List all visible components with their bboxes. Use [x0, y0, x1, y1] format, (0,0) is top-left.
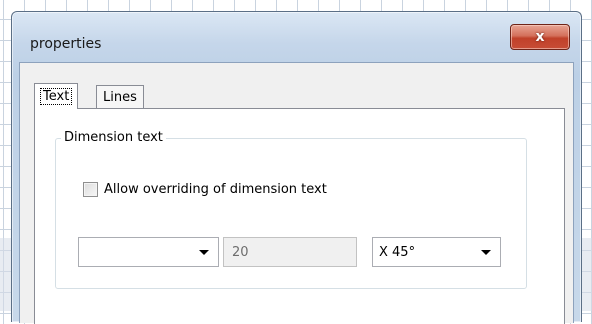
text-style-dropdown[interactable] [78, 237, 219, 267]
tab-lines-label: Lines [103, 89, 137, 105]
allow-override-label: Allow overriding of dimension text [104, 182, 327, 197]
properties-dialog: properties x Text Lines Dimension text A… [11, 11, 582, 324]
tab-panel-text: Dimension text Allow overriding of dimen… [34, 108, 565, 324]
close-button[interactable]: x [510, 24, 570, 50]
allow-override-checkbox[interactable] [83, 182, 98, 197]
chevron-down-icon [481, 249, 491, 255]
group-title: Dimension text [61, 130, 166, 145]
tab-text[interactable]: Text [34, 83, 79, 109]
text-angle-dropdown[interactable]: X 45° [372, 237, 501, 267]
close-icon: x [535, 29, 545, 45]
dialog-title: properties [30, 36, 102, 52]
dialog-client-area: Text Lines Dimension text Allow overridi… [19, 62, 574, 324]
tab-text-label: Text [39, 88, 73, 105]
text-size-field: 20 [223, 237, 357, 267]
text-size-value: 20 [232, 244, 249, 260]
text-angle-value: X 45° [379, 244, 416, 260]
chevron-down-icon [199, 249, 209, 255]
dimension-text-group: Dimension text Allow overriding of dimen… [55, 130, 527, 289]
tab-lines[interactable]: Lines [96, 85, 144, 108]
allow-override-option[interactable]: Allow overriding of dimension text [83, 182, 327, 197]
